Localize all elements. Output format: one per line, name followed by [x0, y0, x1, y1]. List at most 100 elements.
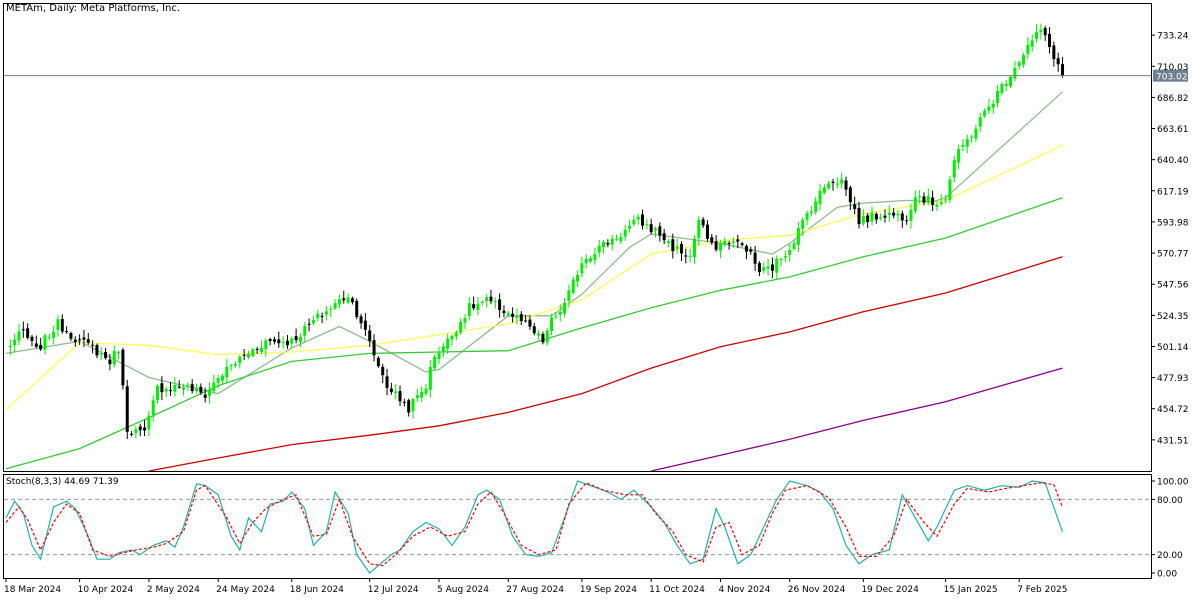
candle-body: [190, 384, 194, 392]
candle-body: [424, 388, 428, 394]
candle-body: [736, 239, 740, 242]
candle-body: [121, 349, 125, 386]
candle-body: [757, 263, 761, 273]
candle-body: [446, 338, 450, 349]
candle-body: [918, 196, 922, 198]
candle-body: [233, 363, 237, 366]
candle: [376, 356, 380, 368]
candle-body: [69, 333, 73, 339]
candle-body: [900, 213, 904, 221]
candle-body: [909, 209, 913, 221]
candle: [355, 298, 359, 320]
candle-body: [138, 426, 142, 431]
candle-body: [363, 320, 367, 330]
candle-body: [827, 183, 831, 189]
candle-body: [160, 383, 164, 393]
candle-body: [34, 343, 38, 347]
date-tick-label: 2 May 2024: [147, 585, 200, 595]
candle-body: [584, 258, 588, 264]
candle-body: [558, 311, 562, 315]
candle-body: [679, 244, 683, 254]
candle-body: [489, 296, 493, 302]
date-tick-label: 18 Jun 2024: [290, 585, 344, 595]
candle-body: [203, 394, 207, 398]
candle-body: [290, 338, 294, 344]
candle-body: [242, 354, 246, 356]
candle-body: [398, 391, 402, 402]
candle-body: [576, 274, 580, 282]
candle-body: [459, 321, 463, 333]
candle-body: [814, 201, 818, 213]
candle-body: [948, 179, 952, 200]
candle-body: [320, 315, 324, 317]
candle-body: [619, 236, 623, 242]
candle-body: [65, 331, 69, 333]
candle-body: [511, 313, 515, 317]
candle-body: [463, 318, 467, 323]
candle-body: [567, 290, 571, 301]
candle-body: [537, 333, 541, 336]
candle-body: [454, 332, 458, 337]
candle-body: [26, 328, 30, 338]
candle-body: [753, 252, 757, 264]
candle-body: [805, 213, 809, 220]
candle-body: [844, 180, 848, 190]
candle-body: [316, 313, 320, 318]
candle-body: [368, 330, 372, 342]
candle-body: [740, 243, 744, 245]
candle-body: [654, 228, 657, 231]
candle-body: [983, 110, 987, 116]
candle-body: [381, 366, 385, 376]
candle-body: [277, 339, 281, 344]
candle-body: [692, 238, 696, 258]
price-tick-label: 640.40: [1157, 156, 1189, 166]
price-tick-label: 663.61: [1157, 125, 1189, 135]
candle-body: [818, 190, 822, 204]
candle-body: [892, 212, 896, 216]
candle-body: [1013, 68, 1017, 79]
candle: [1009, 75, 1013, 88]
candle-body: [939, 202, 943, 204]
candle-body: [199, 386, 203, 393]
candle-body: [632, 220, 636, 225]
date-tick-label: 11 Oct 2024: [649, 585, 705, 595]
candle: [125, 379, 129, 440]
candle-body: [415, 395, 419, 398]
candle-body: [251, 349, 255, 356]
candle-body: [697, 220, 701, 239]
candle-body: [887, 212, 891, 216]
candle-body: [684, 255, 688, 257]
candle-body: [376, 357, 380, 367]
candle-body: [675, 246, 679, 249]
candle-body: [1000, 84, 1004, 94]
date-tick-label: 19 Sep 2024: [580, 585, 637, 595]
candle-body: [1009, 76, 1013, 87]
candle-body: [931, 197, 935, 205]
candle-body: [1043, 28, 1047, 36]
candle-body: [493, 301, 497, 303]
candle-body: [39, 344, 43, 350]
candle-body: [550, 317, 554, 332]
candle-body: [1030, 40, 1034, 47]
candle-body: [593, 254, 597, 261]
candle-body: [688, 255, 692, 257]
candle-body: [597, 245, 601, 253]
candle-body: [762, 267, 766, 271]
candle-body: [173, 384, 177, 392]
candle-body: [857, 207, 861, 225]
stoch-tick-label: 100.00: [1157, 478, 1189, 488]
candle-body: [467, 303, 471, 317]
candle-body: [225, 366, 229, 378]
candle-body: [350, 298, 354, 303]
candle-body: [913, 197, 917, 211]
candle-body: [182, 387, 186, 390]
date-tick-label: 12 Jul 2024: [368, 585, 419, 595]
date-tick-label: 26 Nov 2024: [788, 585, 846, 595]
candle-body: [766, 266, 770, 269]
candle-body: [792, 243, 796, 249]
candle-body: [896, 213, 900, 216]
candle-body: [221, 375, 224, 381]
price-chart: 703.02 733.24 710.03 686.82 663.61 640.40 617…: [0, 0, 1200, 600]
candle-body: [727, 243, 731, 245]
candle-body: [56, 319, 60, 330]
